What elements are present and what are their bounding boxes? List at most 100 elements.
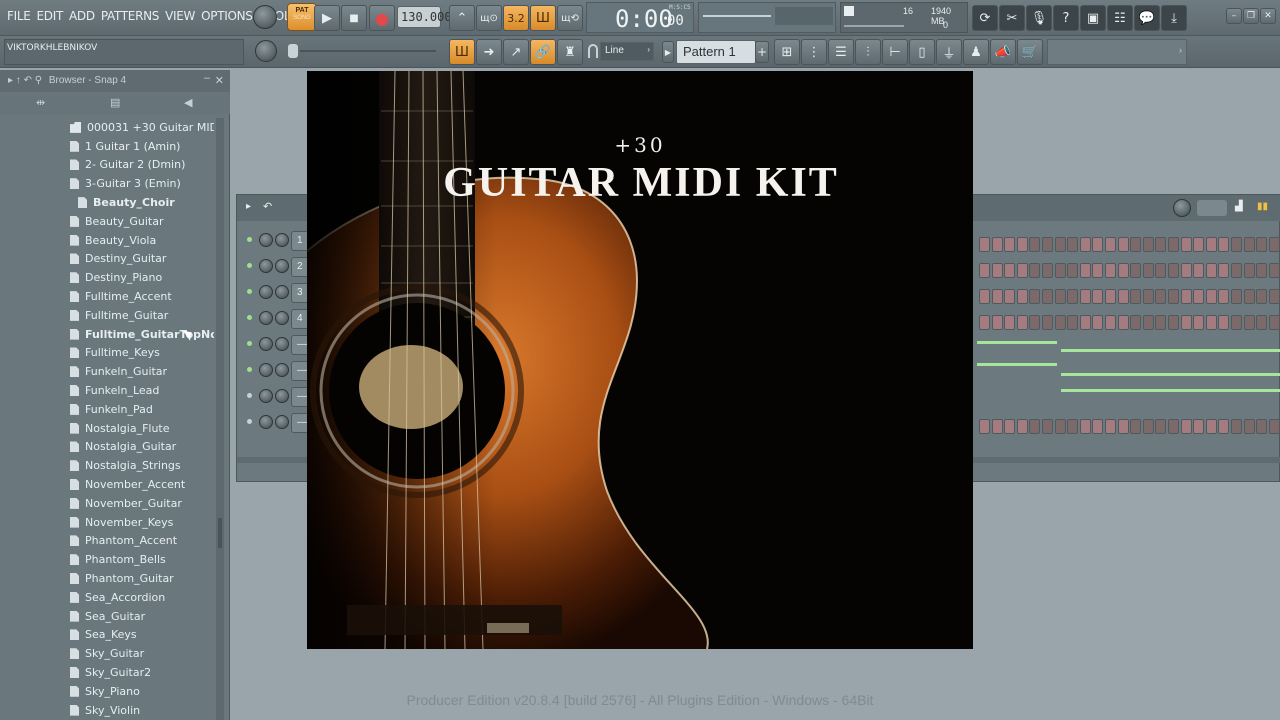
pattern-selector[interactable]: Pattern 1	[676, 40, 756, 64]
step-button[interactable]	[1130, 419, 1142, 434]
browser-file-item[interactable]: Fulltime_GuitarTopNotes	[0, 325, 214, 344]
step-button[interactable]	[1130, 289, 1142, 304]
record-button[interactable]: ●	[369, 5, 395, 31]
step-button[interactable]	[1054, 237, 1066, 252]
step-button[interactable]	[1105, 315, 1116, 330]
step-button[interactable]	[1193, 315, 1205, 330]
step-button[interactable]	[1231, 289, 1242, 304]
browser-file-item[interactable]: Sky_Guitar2	[0, 663, 214, 682]
channel-volume-knob[interactable]	[275, 285, 289, 299]
browser-folder[interactable]: 000031 +30 Guitar MIDIs	[0, 118, 214, 137]
time-display[interactable]: 0:00 00 M:S:CS	[586, 2, 694, 33]
step-button[interactable]	[1256, 419, 1268, 434]
browser-button[interactable]: ⊢	[882, 39, 908, 65]
step-button[interactable]	[1256, 263, 1268, 278]
link-button[interactable]: 🔗	[530, 39, 556, 65]
step-button[interactable]	[1218, 237, 1230, 252]
store-button[interactable]: 🛒	[1017, 39, 1043, 65]
step-button[interactable]	[1231, 237, 1242, 252]
chat-button[interactable]: 💬	[1134, 5, 1160, 31]
step-button[interactable]	[1256, 237, 1268, 252]
master-volume-knob[interactable]	[253, 5, 277, 29]
channel-row[interactable]: 4	[245, 309, 315, 331]
slide-button[interactable]: ↗	[503, 39, 529, 65]
step-button[interactable]	[1243, 263, 1255, 278]
minimize-icon[interactable]: –	[204, 72, 210, 84]
channel-row[interactable]: —	[245, 361, 315, 383]
step-button[interactable]	[1105, 419, 1116, 434]
step-button[interactable]	[1117, 237, 1129, 252]
slider-handle[interactable]	[288, 44, 298, 58]
step-button[interactable]	[1168, 289, 1179, 304]
step-button[interactable]	[1142, 263, 1154, 278]
browser-file-item[interactable]: Fulltime_Keys	[0, 344, 214, 363]
step-button[interactable]	[1231, 419, 1242, 434]
step-button[interactable]	[1054, 419, 1066, 434]
step-button[interactable]	[1155, 315, 1167, 330]
loop-record-button[interactable]: щ⟲	[557, 5, 583, 31]
project-picker-button[interactable]: ▯	[909, 39, 935, 65]
step-button[interactable]	[991, 263, 1003, 278]
step-button[interactable]	[1092, 289, 1104, 304]
collapse-icon[interactable]: ⇹	[36, 96, 45, 109]
step-button[interactable]	[1079, 419, 1091, 434]
browser-file-item[interactable]: Sky_Guitar	[0, 644, 214, 663]
step-button[interactable]	[1180, 315, 1192, 330]
step-button[interactable]	[1193, 419, 1205, 434]
step-button[interactable]	[991, 419, 1003, 434]
step-button[interactable]	[1142, 237, 1154, 252]
piano-roll-button[interactable]: ⋮	[801, 39, 827, 65]
browser-file-item[interactable]: Beauty_Guitar	[0, 212, 214, 231]
step-button[interactable]	[1117, 419, 1129, 434]
step-button[interactable]	[1268, 263, 1280, 278]
channel-pan-knob[interactable]	[259, 311, 273, 325]
step-button[interactable]	[1079, 315, 1091, 330]
step-button[interactable]	[1231, 315, 1242, 330]
step-button[interactable]	[1016, 237, 1028, 252]
scroll-thumb[interactable]	[218, 518, 222, 548]
step-button[interactable]	[1180, 289, 1192, 304]
channel-pan-knob[interactable]	[259, 415, 273, 429]
channel-row[interactable]: —	[245, 335, 315, 357]
channel-pan-knob[interactable]	[259, 337, 273, 351]
menu-arrow-icon[interactable]: ▸	[246, 201, 251, 212]
browser-file-item[interactable]: Nostalgia_Flute	[0, 419, 214, 438]
step-button[interactable]	[1180, 237, 1192, 252]
browser-file-item[interactable]: Sea_Keys	[0, 626, 214, 645]
feedback-button[interactable]: 📣	[990, 39, 1016, 65]
wait-input-button[interactable]: щ⊙	[476, 5, 502, 31]
help-button[interactable]: ?	[1053, 5, 1079, 31]
step-button[interactable]	[1268, 237, 1280, 252]
channel-row[interactable]: —	[245, 413, 315, 435]
step-button[interactable]	[1243, 237, 1255, 252]
tempo-display[interactable]: 130.000	[397, 6, 452, 28]
step-button[interactable]	[979, 289, 990, 304]
step-button[interactable]	[1256, 289, 1268, 304]
step-button[interactable]	[1268, 315, 1280, 330]
channel-row[interactable]: 1	[245, 231, 315, 253]
playlist-button[interactable]: Ш	[449, 39, 475, 65]
step-button[interactable]	[1268, 289, 1280, 304]
browser-file-item[interactable]: Funkeln_Guitar	[0, 362, 214, 381]
step-button[interactable]	[1155, 263, 1167, 278]
browser-file-item[interactable]: Fulltime_Guitar	[0, 306, 214, 325]
step-button[interactable]	[991, 315, 1003, 330]
master-pitch-knob[interactable]	[255, 40, 277, 62]
step-button[interactable]	[1205, 263, 1217, 278]
step-button[interactable]	[1218, 289, 1230, 304]
browser-file-item[interactable]: 3-Guitar 3 (Emin)	[0, 174, 214, 193]
pat-song-toggle[interactable]: PAT SONG	[287, 3, 317, 31]
browser-file-item[interactable]: Beauty_Choir	[0, 193, 214, 212]
step-button[interactable]	[1004, 315, 1016, 330]
step-button[interactable]	[1067, 289, 1079, 304]
channel-volume-knob[interactable]	[275, 311, 289, 325]
step-button[interactable]	[1256, 315, 1268, 330]
step-button[interactable]	[1193, 237, 1205, 252]
restore-button[interactable]: ❐	[1243, 8, 1259, 24]
browser-scrollbar[interactable]	[216, 118, 224, 720]
step-button[interactable]	[1029, 289, 1041, 304]
step-button[interactable]	[1168, 237, 1179, 252]
step-button[interactable]	[1029, 315, 1041, 330]
step-button[interactable]	[1004, 263, 1016, 278]
browser-file-item[interactable]: Destiny_Guitar	[0, 250, 214, 269]
